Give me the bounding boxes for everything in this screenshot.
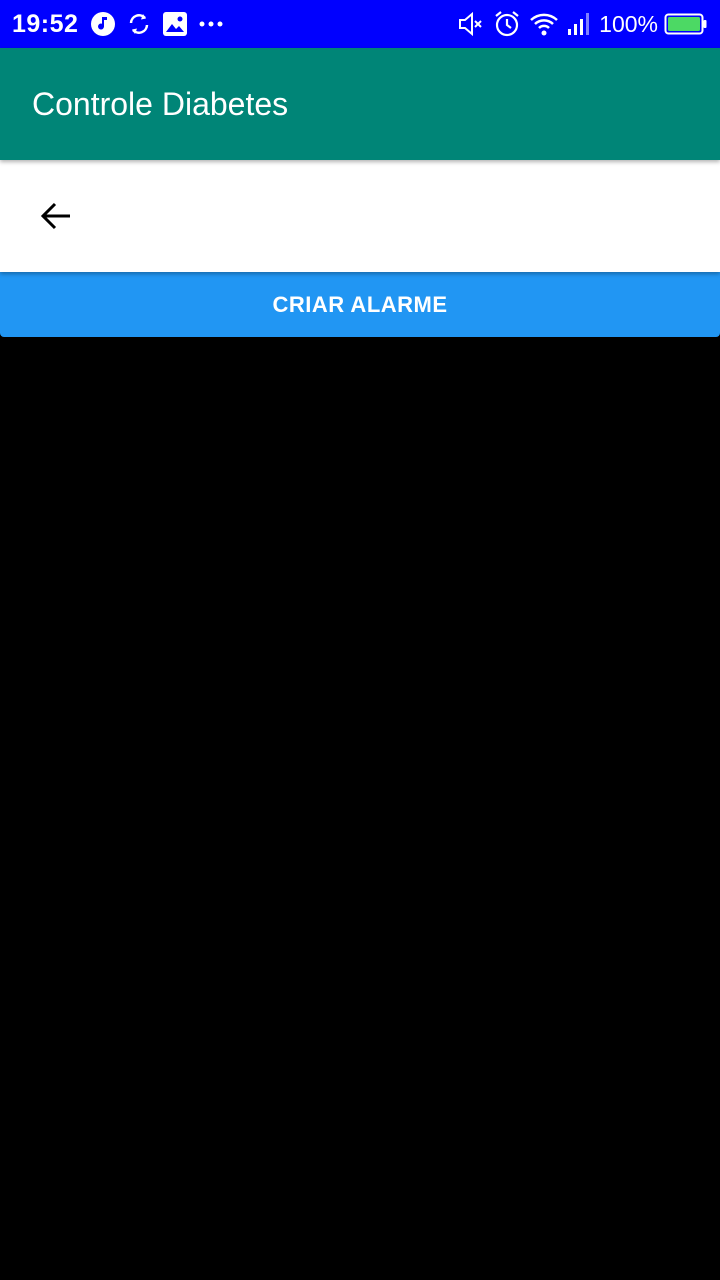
alarm-clock-icon bbox=[493, 10, 521, 38]
app-title: Controle Diabetes bbox=[32, 85, 289, 122]
status-bar: 19:52 100% bbox=[0, 0, 720, 48]
status-time: 19:52 bbox=[12, 9, 79, 38]
arrow-back-icon bbox=[40, 202, 70, 230]
sub-toolbar bbox=[0, 160, 720, 272]
wifi-icon bbox=[529, 11, 559, 37]
more-dots-icon bbox=[198, 11, 224, 37]
sync-icon bbox=[126, 11, 152, 37]
status-bar-left: 19:52 bbox=[12, 10, 234, 39]
create-alarm-button[interactable]: CRIAR ALARME bbox=[0, 272, 720, 337]
gallery-icon bbox=[162, 11, 188, 37]
back-button[interactable] bbox=[32, 192, 80, 240]
app-bar: Controle Diabetes bbox=[0, 48, 720, 160]
mute-icon bbox=[457, 10, 485, 38]
battery-percent: 100% bbox=[599, 10, 658, 37]
status-bar-right: 100% bbox=[457, 10, 708, 38]
screen: 19:52 100% Controle Diabetes CRIAR ALARM… bbox=[0, 0, 720, 1280]
battery-icon bbox=[664, 12, 708, 36]
music-note-icon bbox=[90, 11, 116, 37]
signal-icon bbox=[567, 11, 591, 37]
